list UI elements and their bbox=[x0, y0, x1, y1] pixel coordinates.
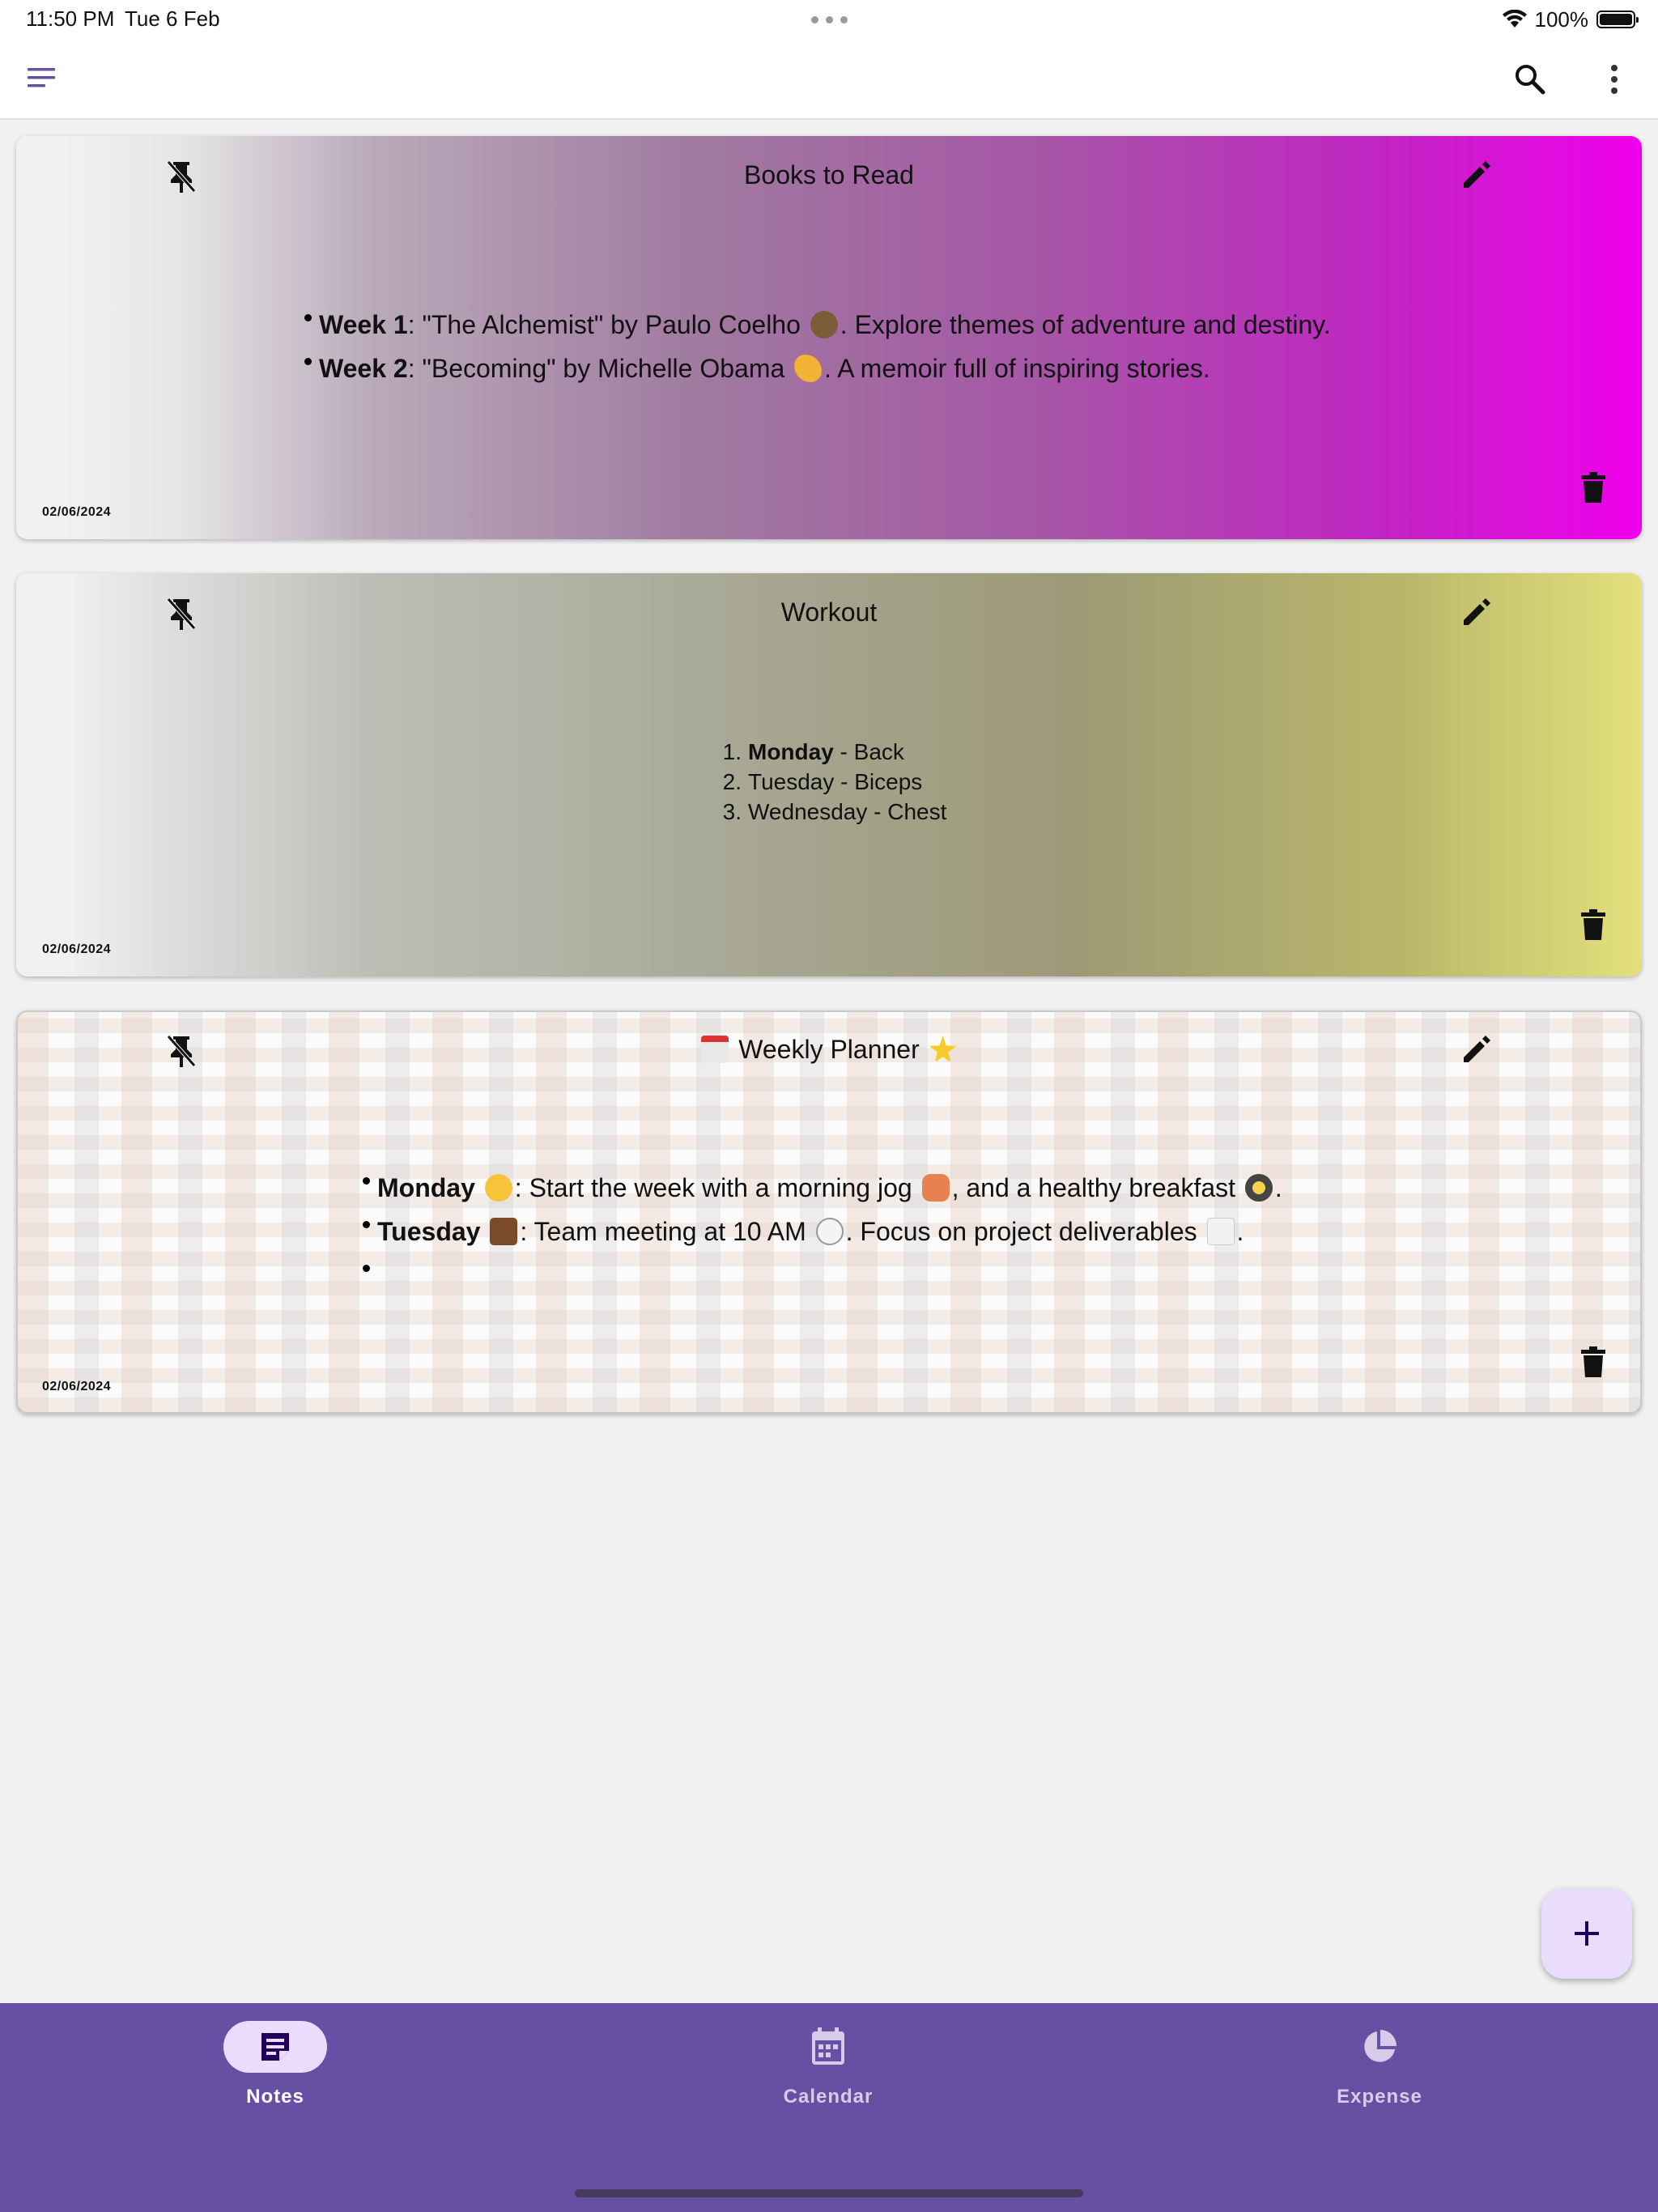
note-card[interactable]: Weekly Planner Monday : Start the week w… bbox=[16, 1010, 1642, 1414]
list-item: Monday : Start the week with a morning j… bbox=[363, 1166, 1282, 1210]
battery-percentage: 100% bbox=[1534, 6, 1589, 32]
status-date: Tue 6 Feb bbox=[125, 6, 220, 31]
delete-button[interactable] bbox=[1574, 465, 1613, 510]
note-content: 1. Monday - Back 2. Tuesday - Biceps 3. Wed… bbox=[714, 737, 947, 827]
edit-button[interactable] bbox=[1454, 1027, 1499, 1072]
clock-emoji-icon bbox=[815, 1218, 844, 1245]
note-icon bbox=[261, 2033, 289, 2061]
search-icon bbox=[1516, 65, 1545, 95]
battery-icon bbox=[1596, 11, 1639, 28]
pencil-icon bbox=[1464, 161, 1490, 188]
flexed-biceps-emoji-icon bbox=[794, 355, 823, 382]
pencil-icon bbox=[1464, 1036, 1490, 1062]
plus-icon bbox=[1575, 1921, 1599, 1946]
more-options-button[interactable] bbox=[1592, 55, 1637, 104]
menu-icon bbox=[28, 68, 55, 87]
pencil-icon bbox=[1464, 598, 1490, 625]
runner-emoji-icon bbox=[921, 1174, 950, 1202]
nav-indicator bbox=[223, 2021, 327, 2073]
note-content: Week 1: "The Alchemist" by Paulo Coelho … bbox=[304, 303, 1331, 390]
list-item-empty bbox=[363, 1253, 1282, 1297]
nav-label: Expense bbox=[1337, 2086, 1422, 2108]
mage-emoji-icon bbox=[810, 311, 838, 338]
bottom-navigation: Notes Calendar Expense bbox=[0, 2003, 1658, 2212]
note-card[interactable]: Workout 1. Monday - Back 2. Tuesday - Bice… bbox=[16, 573, 1642, 976]
home-indicator[interactable] bbox=[575, 2189, 1083, 2197]
calendar-icon bbox=[812, 2027, 844, 2065]
list-item: Tuesday : Team meeting at 10 AM . Focus … bbox=[363, 1210, 1282, 1253]
note-title: Workout bbox=[780, 598, 878, 627]
nav-label: Notes bbox=[246, 2086, 304, 2108]
note-title: Weekly Planner bbox=[18, 1035, 1640, 1065]
trash-icon bbox=[1581, 472, 1605, 503]
note-card[interactable]: Books to Read Week 1: "The Alchemist" by… bbox=[16, 136, 1642, 539]
delete-button[interactable] bbox=[1574, 1339, 1613, 1385]
nav-indicator bbox=[1328, 2021, 1431, 2073]
search-button[interactable] bbox=[1506, 55, 1554, 104]
list-item: 2. Tuesday - Biceps bbox=[722, 769, 923, 794]
status-bar: 11:50 PM Tue 6 Feb 100% bbox=[0, 0, 1658, 39]
status-right: 100% bbox=[1502, 6, 1639, 32]
list-item: Week 2: "Becoming" by Michelle Obama . A… bbox=[304, 347, 1331, 390]
note-title: Books to Read bbox=[744, 160, 914, 189]
wifi-icon bbox=[1502, 10, 1527, 28]
app-bar bbox=[0, 39, 1658, 120]
trash-icon bbox=[1581, 1346, 1605, 1377]
pie-chart-icon bbox=[1364, 2030, 1397, 2062]
list-item: 3. Wednesday - Chest bbox=[722, 799, 947, 824]
multitasking-dots-icon[interactable] bbox=[811, 16, 848, 23]
nav-item-calendar[interactable]: Calendar bbox=[723, 2021, 933, 2118]
frying-pan-emoji-icon bbox=[1244, 1174, 1273, 1202]
edit-button[interactable] bbox=[1454, 152, 1499, 198]
nav-label: Calendar bbox=[783, 2086, 874, 2108]
add-note-button[interactable] bbox=[1541, 1888, 1632, 1979]
sun-emoji-icon bbox=[484, 1174, 512, 1202]
note-date: 02/06/2024 bbox=[42, 1380, 112, 1393]
menu-button[interactable] bbox=[19, 55, 65, 100]
status-time: 11:50 PM bbox=[26, 6, 115, 31]
note-date: 02/06/2024 bbox=[42, 505, 112, 519]
list-item: 1. Monday - Back bbox=[722, 739, 904, 764]
nav-item-expense[interactable]: Expense bbox=[1274, 2021, 1485, 2118]
nav-indicator bbox=[776, 2021, 880, 2073]
calendar-emoji-icon bbox=[701, 1036, 729, 1063]
note-date: 02/06/2024 bbox=[42, 942, 112, 956]
star-emoji-icon bbox=[929, 1036, 957, 1063]
edit-button[interactable] bbox=[1454, 589, 1499, 635]
delete-button[interactable] bbox=[1574, 902, 1613, 947]
chart-increasing-emoji-icon bbox=[1206, 1218, 1235, 1245]
briefcase-emoji-icon bbox=[490, 1218, 518, 1245]
more-vert-icon bbox=[1611, 65, 1618, 94]
trash-icon bbox=[1581, 909, 1605, 940]
nav-item-notes[interactable]: Notes bbox=[170, 2021, 380, 2118]
list-item: Week 1: "The Alchemist" by Paulo Coelho … bbox=[304, 303, 1331, 347]
note-content: Monday : Start the week with a morning j… bbox=[363, 1166, 1282, 1297]
